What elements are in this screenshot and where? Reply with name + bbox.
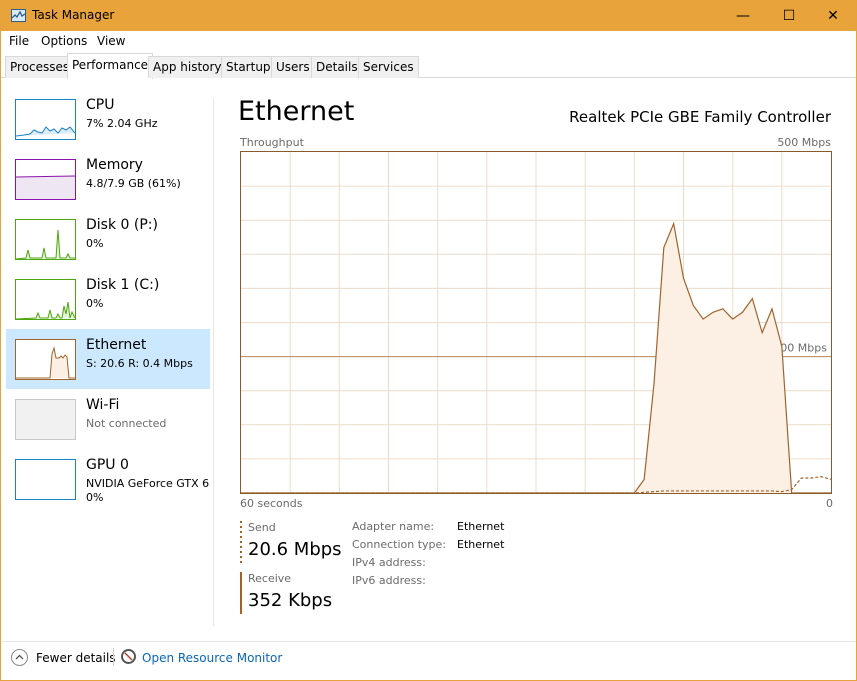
send-label: Send: [248, 521, 276, 534]
tab-users[interactable]: Users: [271, 56, 315, 78]
receive-stat: Receive 352 Kbps: [240, 570, 350, 614]
sidebar-item-disk-0[interactable]: Disk 0 (P:) 0%: [6, 209, 210, 269]
sidebar-item-cpu[interactable]: CPU 7% 2.04 GHz: [6, 89, 210, 149]
window-title: Task Manager: [32, 8, 115, 22]
task-manager-window: Task Manager — ☐ ✕ File Options View Pro…: [0, 0, 857, 681]
sidebar-item-detail: Not connected: [86, 417, 167, 430]
tab-app-history[interactable]: App history: [148, 56, 227, 78]
wifi-thumbnail: [15, 399, 76, 440]
memory-thumbnail: [15, 159, 76, 200]
sidebar-item-label: GPU 0: [86, 457, 129, 473]
minimize-icon: —: [736, 8, 750, 24]
adapter-model: Realtek PCIe GBE Family Controller: [569, 108, 831, 126]
connection-type-label: Connection type:: [352, 538, 447, 551]
maximize-icon: ☐: [782, 8, 796, 24]
adapter-name-label: Adapter name:: [352, 520, 435, 533]
fewer-details-button[interactable]: Fewer details: [36, 651, 116, 665]
footer: Fewer details Open Resource Monitor: [1, 641, 856, 677]
gpu-thumbnail: [15, 459, 76, 500]
resource-monitor-icon: [121, 649, 136, 664]
x-left-label: 60 seconds: [240, 497, 303, 510]
menu-view[interactable]: View: [97, 34, 125, 48]
menu-options[interactable]: Options: [41, 34, 87, 48]
throughput-chart: 200 Mbps: [241, 152, 832, 494]
tab-processes[interactable]: Processes: [5, 56, 75, 78]
send-value: 20.6 Mbps: [248, 539, 342, 560]
receive-value: 352 Kbps: [248, 590, 333, 611]
x-right-label: 0: [826, 497, 833, 510]
sidebar-item-wifi[interactable]: Wi-Fi Not connected: [6, 389, 210, 449]
sidebar-item-ethernet[interactable]: Ethernet S: 20.6 R: 0.4 Mbps: [6, 329, 210, 389]
sidebar-item-detail: 0%: [86, 237, 104, 250]
sidebar-divider: [213, 98, 214, 626]
disk-1-thumbnail: [15, 279, 76, 320]
chevron-up-icon[interactable]: [11, 649, 28, 666]
sidebar-item-disk-1[interactable]: Disk 1 (C:) 0%: [6, 269, 210, 329]
resource-sidebar: CPU 7% 2.04 GHz Memory 4.8/7.9 GB (61%) …: [1, 78, 214, 626]
sidebar-item-label: Disk 0 (P:): [86, 217, 158, 233]
ethernet-thumbnail: [15, 339, 76, 380]
ipv4-label: IPv4 address:: [352, 556, 426, 569]
disk-0-thumbnail: [15, 219, 76, 260]
menu-file[interactable]: File: [9, 34, 29, 48]
menu-bar: File Options View: [1, 31, 856, 53]
maximize-button[interactable]: ☐: [766, 1, 812, 31]
ipv6-label: IPv6 address:: [352, 574, 426, 587]
title-bar[interactable]: Task Manager — ☐ ✕: [1, 1, 856, 31]
page-title: Ethernet: [238, 96, 355, 127]
sidebar-item-memory[interactable]: Memory 4.8/7.9 GB (61%): [6, 149, 210, 209]
tab-performance[interactable]: Performance: [67, 53, 154, 79]
tab-services[interactable]: Services: [358, 56, 419, 78]
tab-startup[interactable]: Startup: [221, 56, 276, 78]
throughput-graph: 200 Mbps: [240, 151, 832, 494]
close-button[interactable]: ✕: [810, 1, 856, 31]
tab-bar: Processes Performance App history Startu…: [1, 53, 856, 79]
minimize-button[interactable]: —: [720, 1, 766, 31]
sidebar-item-detail: 0%: [86, 297, 104, 310]
y-max-label: 500 Mbps: [777, 136, 831, 149]
throughput-label: Throughput: [240, 136, 304, 149]
open-resource-monitor-link[interactable]: Open Resource Monitor: [142, 651, 282, 665]
sidebar-item-label: CPU: [86, 97, 115, 113]
sidebar-item-label: Memory: [86, 157, 143, 173]
adapter-name-value: Ethernet: [457, 520, 505, 533]
cpu-thumbnail: [15, 99, 76, 140]
sidebar-item-detail: NVIDIA GeForce GTX 660: [86, 477, 210, 490]
sidebar-item-label: Ethernet: [86, 337, 147, 353]
sidebar-item-label: Wi-Fi: [86, 397, 120, 413]
sidebar-item-detail-2: 0%: [86, 491, 104, 504]
tab-details[interactable]: Details: [311, 56, 363, 78]
sidebar-item-detail: 4.8/7.9 GB (61%): [86, 177, 181, 190]
connection-type-value: Ethernet: [457, 538, 505, 551]
close-icon: ✕: [827, 8, 839, 24]
sidebar-item-label: Disk 1 (C:): [86, 277, 160, 293]
sidebar-item-detail: 7% 2.04 GHz: [86, 117, 158, 130]
task-manager-icon: [11, 9, 26, 22]
sidebar-item-detail: S: 20.6 R: 0.4 Mbps: [86, 357, 193, 370]
sidebar-item-gpu[interactable]: GPU 0 NVIDIA GeForce GTX 660 0%: [6, 449, 210, 509]
send-stat: Send 20.6 Mbps: [240, 519, 350, 563]
footer-divider: [113, 648, 114, 666]
receive-label: Receive: [248, 572, 292, 585]
